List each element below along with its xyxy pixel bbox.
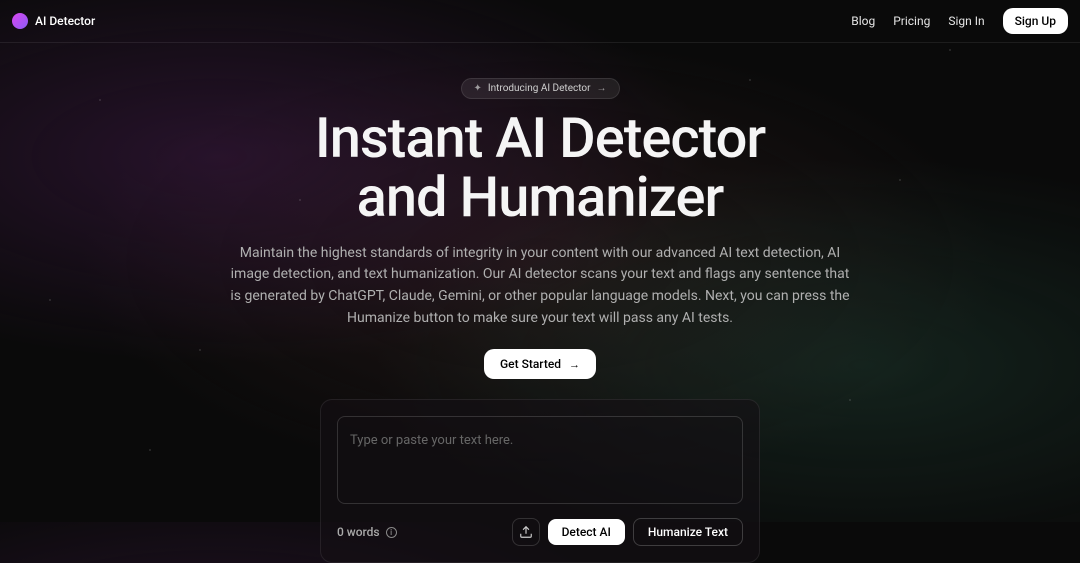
- heading-line-1: Instant AI Detector: [315, 105, 765, 171]
- intro-pill[interactable]: ✦ Introducing AI Detector →: [461, 78, 620, 99]
- heading-line-2: and Humanizer: [357, 164, 724, 230]
- sparkle-icon: ✦: [474, 83, 482, 94]
- detect-ai-button[interactable]: Detect AI: [548, 519, 625, 545]
- nav-pricing[interactable]: Pricing: [893, 14, 930, 28]
- brand-name: AI Detector: [35, 14, 95, 28]
- brand[interactable]: AI Detector: [12, 13, 95, 29]
- word-count-text: 0 words: [337, 525, 380, 539]
- signup-button[interactable]: Sign Up: [1003, 8, 1068, 34]
- word-count: 0 words i: [337, 525, 397, 539]
- hero-heading: Instant AI Detector and Humanizer: [315, 109, 765, 227]
- upload-button[interactable]: [512, 518, 540, 546]
- header: AI Detector Blog Pricing Sign In Sign Up: [0, 0, 1080, 43]
- get-started-label: Get Started: [500, 357, 561, 371]
- nav: Blog Pricing Sign In Sign Up: [851, 8, 1068, 34]
- brand-logo-icon: [12, 13, 28, 29]
- actions-row: Detect AI Humanize Text: [512, 518, 743, 546]
- nav-blog[interactable]: Blog: [851, 14, 875, 28]
- card-footer: 0 words i Detect AI Humanize Text: [337, 518, 743, 546]
- info-icon[interactable]: i: [386, 527, 397, 538]
- nav-signin[interactable]: Sign In: [948, 14, 984, 28]
- upload-icon: [519, 525, 533, 539]
- hero-section: ✦ Introducing AI Detector → Instant AI D…: [0, 43, 1080, 563]
- hero-subheading: Maintain the highest standards of integr…: [230, 243, 850, 330]
- arrow-right-icon: →: [597, 83, 607, 94]
- input-card: Type or paste your text here. 0 words i …: [320, 399, 760, 563]
- pill-text: Introducing AI Detector: [488, 83, 591, 94]
- get-started-button[interactable]: Get Started →: [484, 349, 596, 379]
- input-placeholder: Type or paste your text here.: [350, 433, 513, 448]
- text-input[interactable]: Type or paste your text here.: [337, 416, 743, 504]
- humanize-text-button[interactable]: Humanize Text: [633, 518, 743, 546]
- arrow-right-icon: →: [569, 358, 580, 371]
